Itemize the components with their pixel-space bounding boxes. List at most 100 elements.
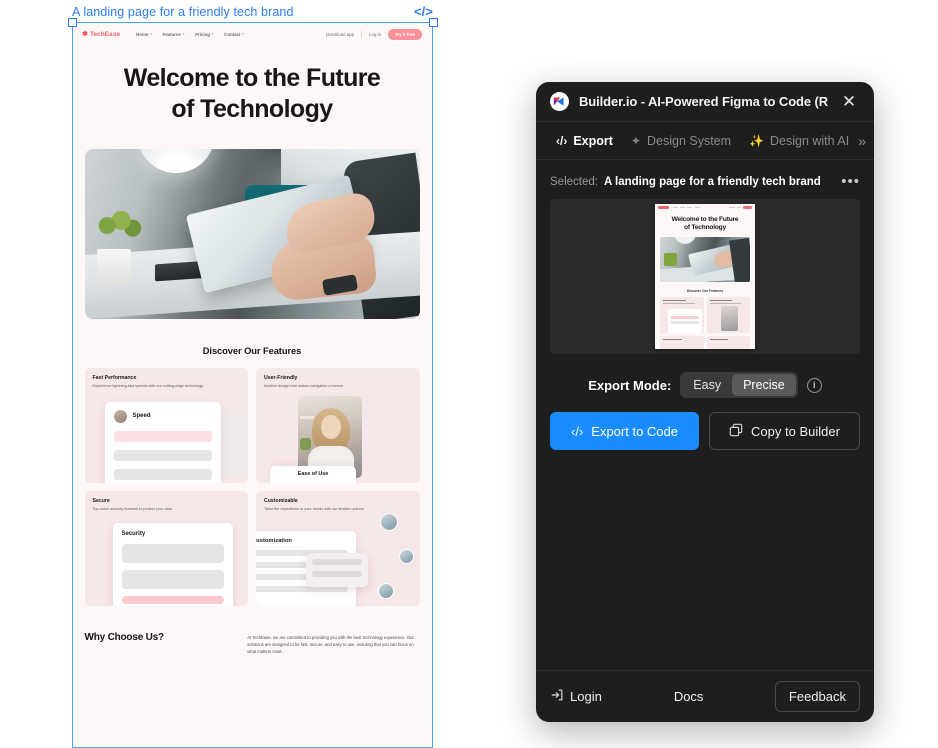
- avatar: [379, 512, 398, 531]
- more-tabs-chevron-icon[interactable]: »: [858, 133, 868, 149]
- docs-link[interactable]: Docs: [674, 689, 704, 704]
- code-icon: ‹/›: [556, 133, 568, 148]
- feature-grid: Fast Performance Experience lightning-fa…: [84, 367, 420, 606]
- nav-item-pricing[interactable]: Pricing ▾: [195, 32, 213, 37]
- thumb-features-title: Discover Our Features: [686, 288, 724, 293]
- brand-name: TechEase: [89, 30, 121, 38]
- chevron-down-icon: ▾: [149, 32, 152, 36]
- features-section-title: Discover Our Features: [202, 344, 302, 356]
- landing-nav: ✱ TechEase Home ▾ Features ▾ Pricing ▾ Cont…: [73, 23, 431, 45]
- selection-handle-top-left[interactable]: [68, 18, 77, 27]
- feature-desc: Tailor the experience to your needs with…: [264, 506, 365, 511]
- export-mode-label: Export Mode:: [588, 377, 672, 393]
- export-mode-easy[interactable]: Easy: [682, 374, 732, 396]
- chevron-down-icon: ▾: [242, 32, 244, 36]
- selection-preview[interactable]: Welcome to the Future of Technology Disc…: [550, 199, 860, 354]
- nav-right: Download app Log in Try it free: [326, 28, 422, 40]
- feature-desc: Intuitive design that makes navigation a…: [264, 383, 345, 388]
- copy-icon: [729, 423, 743, 440]
- feedback-button[interactable]: Feedback: [774, 681, 860, 712]
- thumb-hero-line-1: Welcome to the Future: [671, 216, 739, 223]
- brand-logo[interactable]: ✱ TechEase: [82, 31, 120, 38]
- tab-label: Export: [573, 133, 613, 148]
- avatar: [113, 409, 127, 423]
- mock-label: Customization: [256, 537, 292, 544]
- feature-card-customizable: Customizable Tailor the experience to yo…: [256, 490, 420, 606]
- hero-image: [84, 148, 420, 319]
- button-label: Export to Code: [591, 423, 678, 439]
- star-icon: ✱: [82, 30, 88, 38]
- login-button[interactable]: Login: [550, 688, 602, 705]
- tab-design-with-ai[interactable]: ✨ Design with AI: [740, 134, 858, 148]
- panel-tabs: ‹/› Export ✦ Design System ✨ Design with…: [536, 122, 874, 160]
- feature-title: Fast Performance: [92, 374, 137, 381]
- panel-actions: ‹/› Export to Code Copy to Builder: [550, 412, 860, 450]
- sparkle-icon: ✨: [749, 133, 764, 148]
- mock-security-panel: Security: [112, 522, 233, 606]
- mock-floating-card: [306, 552, 368, 587]
- selection-handle-top-right[interactable]: [429, 18, 438, 27]
- mock-speed-panel: Speed: [104, 401, 221, 483]
- selected-label: Selected:: [550, 175, 598, 188]
- info-icon[interactable]: i: [806, 377, 822, 393]
- chevron-down-icon: ▾: [182, 32, 185, 36]
- export-to-code-button[interactable]: ‹/› Export to Code: [550, 412, 699, 450]
- login-link[interactable]: Log in: [369, 32, 381, 37]
- export-mode-row: Export Mode: Easy Precise i: [550, 372, 860, 398]
- selected-frame[interactable]: ✱ TechEase Home ▾ Features ▾ Pricing ▾ Cont…: [72, 22, 433, 748]
- feature-card-secure: Secure Top-notch security features to pr…: [84, 490, 248, 606]
- feature-card-fast-performance: Fast Performance Experience lightning-fa…: [84, 367, 248, 483]
- feature-card-user-friendly: User-Friendly Intuitive design that make…: [256, 367, 420, 483]
- chevron-down-icon: ▾: [211, 32, 214, 36]
- why-title: Why Choose Us?: [84, 631, 165, 643]
- nav-item-features[interactable]: Features ▾: [163, 32, 185, 37]
- selected-row: Selected: A landing page for a friendly …: [550, 174, 860, 189]
- selected-value: A landing page for a friendly tech brand: [603, 175, 821, 188]
- nav-item-contact[interactable]: Contact ▾: [224, 32, 244, 37]
- landing-page-design: ✱ TechEase Home ▾ Features ▾ Pricing ▾ Cont…: [73, 23, 431, 655]
- tab-export[interactable]: ‹/› Export: [547, 134, 622, 148]
- more-options-icon[interactable]: •••: [841, 174, 860, 189]
- builder-logo-icon: [550, 92, 569, 111]
- thumbnail-image: Welcome to the Future of Technology Disc…: [655, 204, 755, 349]
- download-app-link[interactable]: Download app: [326, 32, 354, 37]
- close-icon[interactable]: ✕: [838, 91, 860, 113]
- nav-links: Home ▾ Features ▾ Pricing ▾ Contact ▾: [136, 32, 244, 37]
- feature-title: Secure: [92, 497, 110, 504]
- panel-title: Builder.io - AI-Powered Figma to Code (R…: [579, 94, 828, 109]
- code-icon: ‹/›: [571, 423, 584, 439]
- feature-desc: Top-notch security features to protect y…: [92, 506, 173, 511]
- login-label: Login: [570, 689, 602, 704]
- panel-titlebar: Builder.io - AI-Powered Figma to Code (R…: [536, 82, 874, 122]
- export-mode-toggle[interactable]: Easy Precise: [680, 372, 798, 398]
- design-system-icon: ✦: [630, 133, 641, 148]
- mock-label: Speed: [132, 413, 151, 419]
- panel-body: Selected: A landing page for a friendly …: [536, 160, 874, 670]
- builder-io-plugin-panel: Builder.io - AI-Powered Figma to Code (R…: [536, 82, 874, 722]
- selection-title-label: A landing page for a friendly tech brand: [72, 5, 294, 19]
- why-choose-us-section: Why Choose Us? At TechEase, we are commi…: [85, 632, 420, 655]
- feature-title: Customizable: [264, 497, 298, 504]
- hero-heading: Welcome to the Future of Technology: [73, 63, 431, 125]
- tab-label: Design System: [646, 133, 732, 148]
- login-icon: [550, 688, 564, 705]
- feature-title: User-Friendly: [264, 374, 298, 381]
- copy-to-builder-button[interactable]: Copy to Builder: [709, 412, 860, 450]
- panel-spacer: [550, 450, 860, 670]
- feature-desc: Experience lightning-fast speeds with ou…: [92, 383, 204, 388]
- tab-design-system[interactable]: ✦ Design System: [622, 134, 740, 148]
- code-icon[interactable]: </>: [414, 4, 433, 19]
- mock-label: Security: [121, 530, 146, 537]
- avatar: [398, 548, 414, 564]
- try-free-button[interactable]: Try it free: [388, 28, 422, 40]
- nav-divider: [361, 30, 363, 38]
- why-body: At TechEase, we are committed to providi…: [247, 634, 414, 654]
- thumb-hero-line-2: of Technology: [684, 223, 726, 231]
- avatar: [377, 582, 394, 599]
- export-mode-precise[interactable]: Precise: [732, 374, 796, 396]
- hero-line-1: Welcome to the Future: [123, 64, 381, 92]
- tab-label: Design with AI: [770, 133, 850, 148]
- mock-label: Ease of Use: [270, 465, 356, 483]
- button-label: Copy to Builder: [751, 423, 840, 439]
- nav-item-home[interactable]: Home ▾: [136, 32, 151, 37]
